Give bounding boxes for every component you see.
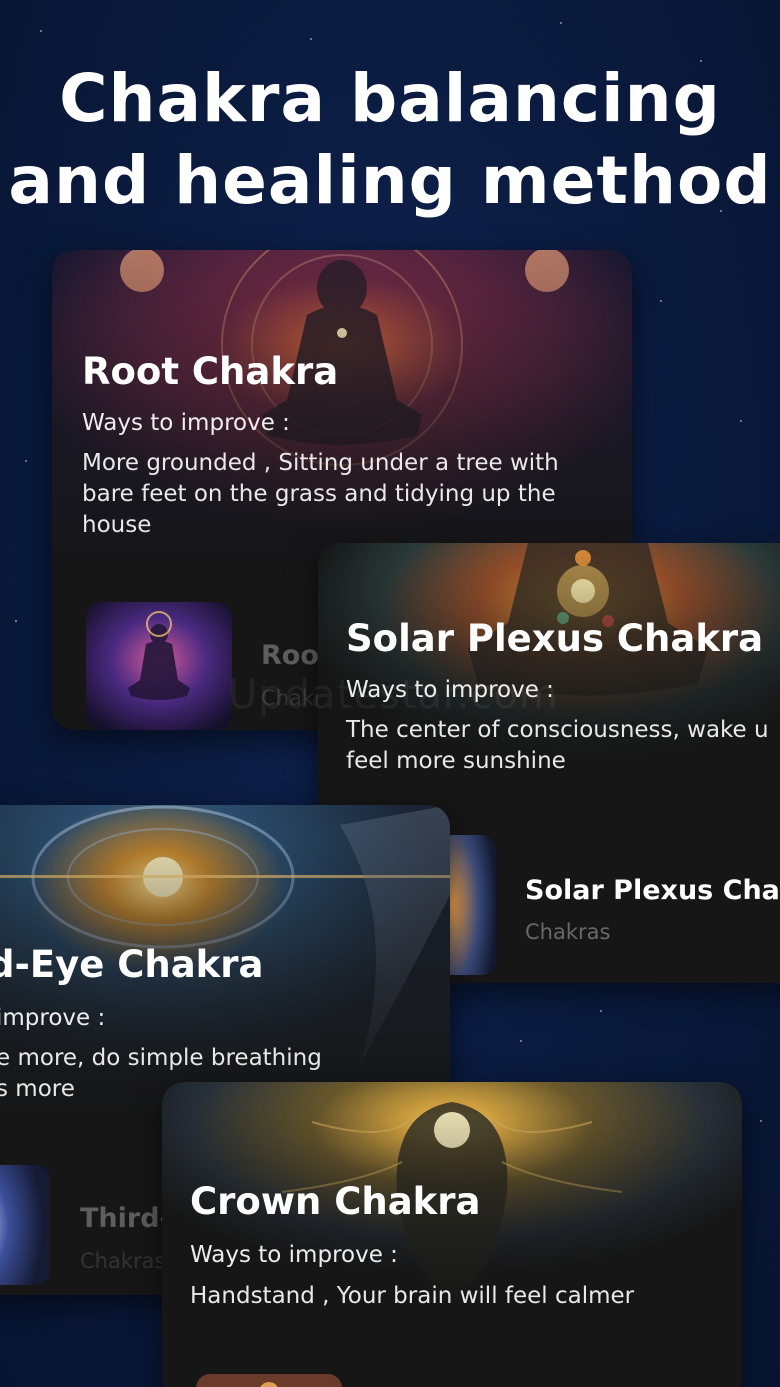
list-item-title: Solar Plexus Chakr [525, 875, 780, 906]
watermark: Updatestar.com [228, 672, 559, 718]
card-title: Solar Plexus Chakra [346, 617, 764, 660]
list-item-subtitle: Chakras [80, 1249, 166, 1273]
card-description-line-1: e more, do simple breathing [0, 1045, 322, 1071]
card-description: More grounded , Sitting under a tree wit… [82, 450, 559, 538]
card-description: Handstand , Your brain will feel calmer [190, 1283, 635, 1309]
root-chakra-thumbnail[interactable] [86, 602, 232, 730]
card-description: The center of consciousness, wake u feel… [346, 717, 769, 774]
headline-line-2: and healing method [8, 142, 772, 219]
headline: Chakra balancing and healing method [0, 58, 780, 222]
third-eye-thumbnail[interactable] [0, 1165, 50, 1285]
card-title: Crown Chakra [190, 1180, 481, 1223]
list-item-subtitle: Chakras [525, 920, 611, 944]
crown-chakra-card[interactable]: Crown Chakra Ways to improve : Handstand… [162, 1082, 742, 1387]
card-description-line-2: s more [0, 1076, 75, 1102]
headline-line-1: Chakra balancing [59, 60, 721, 137]
ways-to-improve-label: Ways to improve : [190, 1242, 398, 1268]
solar-plexus-thumbnail[interactable] [448, 835, 496, 975]
card-title: Root Chakra [82, 350, 339, 393]
ways-to-improve-label: improve : [0, 1005, 106, 1031]
list-item-title: Third- [80, 1203, 171, 1234]
ways-to-improve-label: Ways to improve : [82, 410, 290, 436]
crown-chakra-thumbnail[interactable] [196, 1374, 342, 1387]
card-title: d-Eye Chakra [0, 943, 264, 986]
